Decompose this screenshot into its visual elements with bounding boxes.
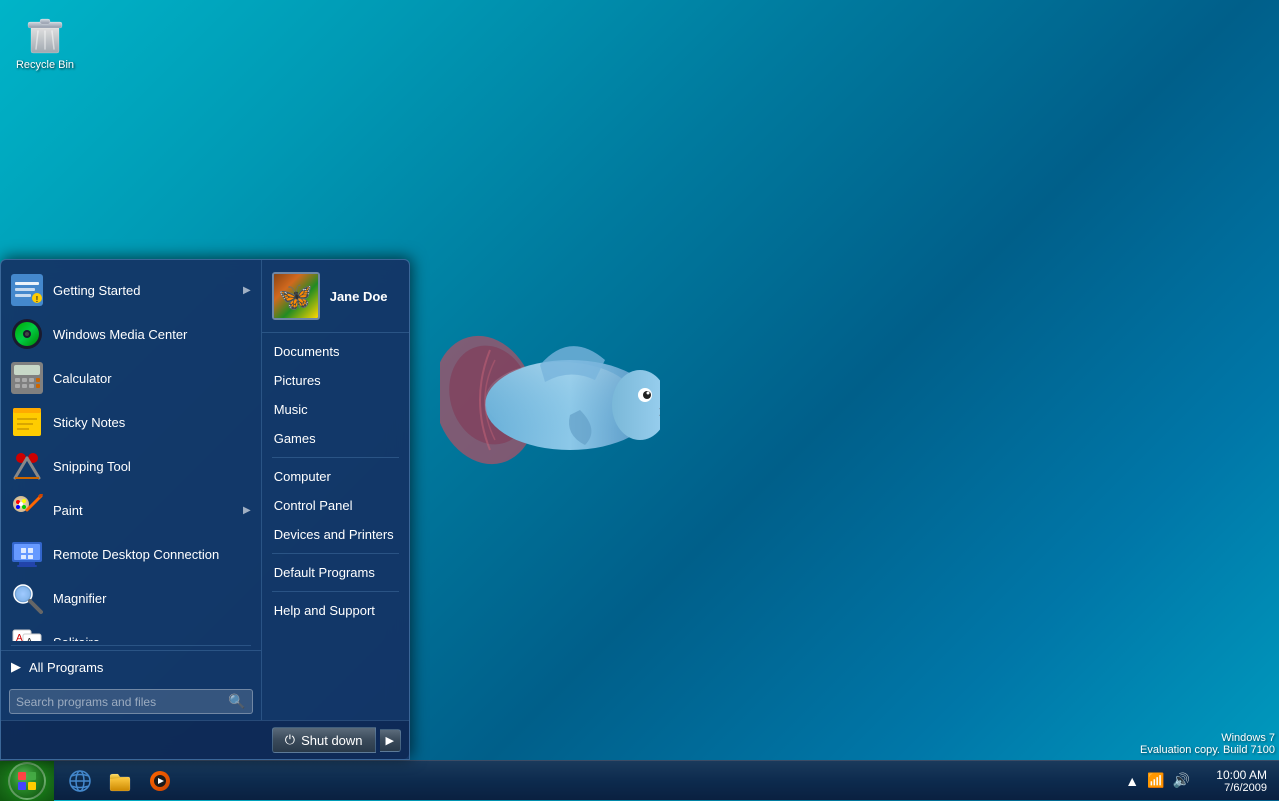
snipping-tool-icon xyxy=(11,450,43,482)
desktop-fish xyxy=(440,300,660,505)
start-orb xyxy=(17,771,37,791)
menu-games[interactable]: Games xyxy=(262,424,409,453)
menu-item-rdp[interactable]: Remote Desktop Connection xyxy=(1,532,261,576)
menu-item-getting-started[interactable]: ! Getting Started ▶ xyxy=(1,268,261,312)
right-separator-1 xyxy=(272,457,399,458)
taskbar-ie-icon[interactable] xyxy=(60,762,100,800)
sticky-notes-label: Sticky Notes xyxy=(53,415,251,430)
start-menu: ! Getting Started ▶ xyxy=(0,259,410,760)
shutdown-icon: ⏻ xyxy=(285,732,295,748)
tray-volume-icon[interactable]: 🔊 xyxy=(1171,770,1192,791)
menu-computer[interactable]: Computer xyxy=(262,462,409,491)
menu-documents[interactable]: Documents xyxy=(262,337,409,366)
getting-started-arrow: ▶ xyxy=(243,285,251,296)
clock[interactable]: 10:00 AM 7/6/2009 xyxy=(1200,766,1275,796)
menu-devices-printers[interactable]: Devices and Printers xyxy=(262,520,409,549)
snipping-tool-label: Snipping Tool xyxy=(53,459,251,474)
left-separator xyxy=(11,645,251,646)
shutdown-label: Shut down xyxy=(301,733,362,748)
user-profile: 🦋 Jane Doe xyxy=(262,260,409,333)
windows-build: Evaluation copy. Build 7100 xyxy=(1140,744,1275,756)
paint-label: Paint xyxy=(53,503,233,518)
menu-item-paint[interactable]: Paint ▶ xyxy=(1,488,261,532)
getting-started-label: Getting Started xyxy=(53,283,233,298)
menu-item-wmc[interactable]: Windows Media Center xyxy=(1,312,261,356)
start-button[interactable] xyxy=(0,761,54,801)
menu-item-magnifier[interactable]: Magnifier xyxy=(1,576,261,620)
right-separator-3 xyxy=(272,591,399,592)
wmc-label: Windows Media Center xyxy=(53,327,251,342)
menu-default-programs[interactable]: Default Programs xyxy=(262,558,409,587)
all-programs-label: All Programs xyxy=(29,660,103,675)
menu-item-solitaire[interactable]: A ♥ A ♠ Solitaire xyxy=(1,620,261,641)
search-input[interactable] xyxy=(16,695,228,709)
start-menu-left-panel: ! Getting Started ▶ xyxy=(1,260,262,720)
calculator-icon xyxy=(11,362,43,394)
tray-network-icon[interactable]: 📶 xyxy=(1145,770,1166,791)
rdp-label: Remote Desktop Connection xyxy=(53,547,251,562)
menu-item-sticky-notes[interactable]: Sticky Notes xyxy=(1,400,261,444)
magnifier-icon xyxy=(11,582,43,614)
windows-info: Windows 7 Evaluation copy. Build 7100 xyxy=(1140,732,1275,756)
desktop: Recycle Bin xyxy=(0,0,1279,800)
right-separator-2 xyxy=(272,553,399,554)
svg-text:A: A xyxy=(16,633,23,641)
menu-item-calculator[interactable]: Calculator xyxy=(1,356,261,400)
calculator-label: Calculator xyxy=(53,371,251,386)
taskbar-media-player-icon[interactable] xyxy=(140,762,180,800)
wmc-icon xyxy=(11,318,43,350)
solitaire-icon: A ♥ A ♠ xyxy=(11,626,43,641)
taskbar-explorer-icon[interactable] xyxy=(100,762,140,800)
shutdown-bar: ⏻ Shut down ▶ xyxy=(1,720,409,759)
tray-arrow-icon[interactable]: ▲ xyxy=(1123,771,1141,791)
shutdown-button[interactable]: ⏻ Shut down xyxy=(272,727,376,753)
search-icon: 🔍 xyxy=(228,693,245,710)
windows-version: Windows 7 xyxy=(1140,732,1275,744)
search-bar: 🔍 xyxy=(9,689,253,714)
system-tray: ▲ 📶 🔊 xyxy=(1115,770,1200,791)
magnifier-label: Magnifier xyxy=(53,591,251,606)
user-avatar[interactable]: 🦋 xyxy=(272,272,320,320)
svg-text:A: A xyxy=(26,637,33,641)
taskbar: ▲ 📶 🔊 10:00 AM 7/6/2009 xyxy=(0,760,1279,800)
recycle-bin-icon[interactable]: Recycle Bin xyxy=(5,5,85,75)
user-avatar-image: 🦋 xyxy=(274,274,318,318)
paint-arrow: ▶ xyxy=(243,505,251,516)
taskbar-right: ▲ 📶 🔊 10:00 AM 7/6/2009 xyxy=(1115,761,1279,800)
menu-pictures[interactable]: Pictures xyxy=(262,366,409,395)
rdp-icon xyxy=(11,538,43,570)
sticky-notes-icon xyxy=(11,406,43,438)
start-menu-right-panel: 🦋 Jane Doe Documents Pictures Music Game… xyxy=(262,260,409,720)
clock-time: 10:00 AM xyxy=(1216,768,1267,782)
solitaire-label: Solitaire xyxy=(53,635,251,642)
shutdown-options-button[interactable]: ▶ xyxy=(380,729,401,752)
taskbar-pinned-icons xyxy=(56,761,184,800)
all-programs-item[interactable]: ▶ All Programs xyxy=(1,650,261,683)
recycle-bin-label: Recycle Bin xyxy=(16,59,74,71)
recycle-bin-graphic xyxy=(21,9,69,57)
clock-date: 7/6/2009 xyxy=(1224,782,1267,794)
getting-started-icon: ! xyxy=(11,274,43,306)
svg-text:!: ! xyxy=(36,295,39,304)
menu-music[interactable]: Music xyxy=(262,395,409,424)
menu-item-snipping-tool[interactable]: Snipping Tool xyxy=(1,444,261,488)
menu-help-support[interactable]: Help and Support xyxy=(262,596,409,625)
user-name: Jane Doe xyxy=(330,289,388,304)
paint-icon xyxy=(11,494,43,526)
menu-control-panel[interactable]: Control Panel xyxy=(262,491,409,520)
menu-items-list: ! Getting Started ▶ xyxy=(1,260,261,641)
all-programs-arrow: ▶ xyxy=(11,659,21,675)
right-menu-items: Documents Pictures Music Games Computer … xyxy=(262,333,409,720)
